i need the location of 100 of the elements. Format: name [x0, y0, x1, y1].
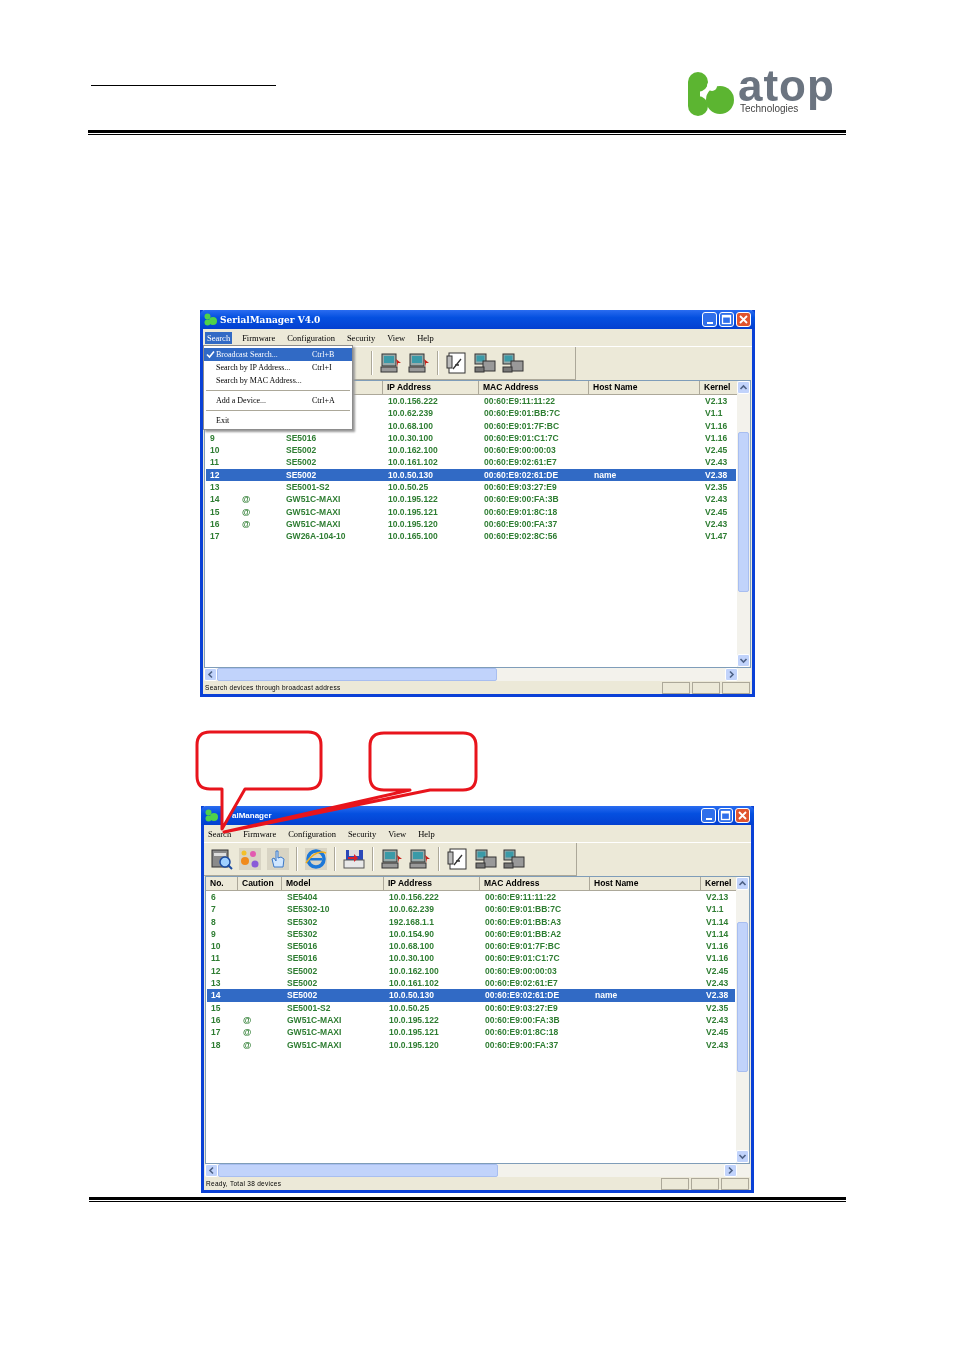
horizontal-scrollbar[interactable]: [204, 668, 751, 681]
computer-icon[interactable]: [379, 351, 403, 375]
table-cell: 15: [211, 1002, 221, 1013]
device-row[interactable]: 10 SE5016 10.0.68.100 00:60:E9:01:7F:BC V1.16: [207, 940, 735, 953]
device-row[interactable]: 16 @ GW51C-MAXI 10.0.195.120 00:60:E9:00:FA:37 V2.43: [206, 517, 736, 531]
table-cell: 00:60:E9:00:00:03: [484, 445, 556, 456]
table-cell: 00:60:E9:01:8C:18: [485, 1027, 559, 1038]
menu-item[interactable]: Firmware: [241, 827, 279, 840]
network-icon[interactable]: [238, 847, 262, 871]
device-row[interactable]: 7 SE5302-10 10.0.62.239 00:60:E9:01:BB:7C V1.1: [207, 903, 735, 916]
device-row[interactable]: 12 SE5002 10.0.50.130 00:60:E9:02:61:DE name V2.38: [206, 468, 736, 482]
column-header[interactable]: IP Address: [387, 382, 431, 392]
menu-option[interactable]: Broadcast Search... Ctrl+B: [204, 348, 352, 361]
column-header[interactable]: Caution: [242, 878, 274, 888]
close-button[interactable]: [736, 312, 751, 327]
scroll-left-button[interactable]: [204, 668, 217, 681]
device-row[interactable]: 15 SE5001-S2 10.0.50.25 00:60:E9:03:27:E9 V2.35: [207, 1001, 735, 1014]
device-row[interactable]: 14 @ GW51C-MAXI 10.0.195.122 00:60:E9:00:FA:3B V2.43: [206, 493, 736, 506]
device-row[interactable]: 15 @ GW51C-MAXI 10.0.195.121 00:60:E9:01:8C:18 V2.45: [206, 505, 736, 518]
floppy-disk-icon[interactable]: [342, 847, 366, 871]
column-header[interactable]: IP Address: [388, 878, 432, 888]
device-row[interactable]: 17 GW26A-104-10 10.0.165.100 00:60:E9:02:8C:56 V1.47: [206, 530, 736, 543]
device-row[interactable]: 13 SE5001-S2 10.0.50.25 00:60:E9:03:27:E9 V2.35: [206, 481, 736, 494]
computers-icon[interactable]: [473, 351, 497, 375]
device-row[interactable]: 17 @ GW51C-MAXI 10.0.195.121 00:60:E9:01:8C:18 V2.45: [207, 1026, 735, 1039]
globe-icon[interactable]: [304, 847, 328, 871]
menu-option[interactable]: Search by MAC Address...: [204, 374, 352, 387]
table-cell: V2.43: [706, 978, 729, 989]
close-button[interactable]: [735, 808, 750, 823]
scroll-left-button[interactable]: [205, 1164, 218, 1177]
menu-item[interactable]: Help: [416, 827, 437, 840]
table-cell: 8: [211, 916, 216, 927]
device-row[interactable]: 9 SE5302 10.0.154.90 00:60:E9:01:BB:A2 V1.14: [207, 927, 735, 941]
menu-item[interactable]: View: [386, 827, 409, 840]
table-cell: 18: [211, 1039, 221, 1050]
scroll-right-button[interactable]: [724, 1164, 737, 1177]
column-header[interactable]: Model: [286, 878, 311, 888]
column-header[interactable]: Kernel: [705, 878, 732, 888]
scroll-right-button[interactable]: [725, 668, 738, 681]
device-row[interactable]: 11 SE5002 10.0.161.102 00:60:E9:02:61:E7 V2.43: [206, 456, 736, 469]
maximize-button[interactable]: [718, 808, 733, 823]
menu-item[interactable]: View: [385, 331, 408, 344]
table-cell: V1.16: [705, 420, 728, 431]
column-header[interactable]: MAC Address: [483, 382, 539, 392]
column-header[interactable]: No.: [210, 878, 224, 888]
menu-item[interactable]: Help: [415, 331, 436, 344]
device-row[interactable]: 13 SE5002 10.0.161.102 00:60:E9:02:61:E7 V2.43: [207, 977, 735, 990]
table-cell: V2.35: [705, 482, 728, 493]
scroll-down-button[interactable]: [736, 1150, 749, 1163]
horizontal-scrollbar[interactable]: [205, 1164, 750, 1177]
search-icon[interactable]: [210, 847, 234, 871]
column-header[interactable]: MAC Address: [484, 878, 540, 888]
device-row[interactable]: 9 SE5016 10.0.30.100 00:60:E9:01:C1:7C V1.16: [206, 431, 736, 445]
app-icon: [204, 313, 217, 326]
table-cell: 00:60:E9:11:11:22: [484, 396, 555, 406]
computers-icon[interactable]: [501, 351, 525, 375]
window-title: SerialManager V4.0: [220, 314, 321, 325]
menu-option[interactable]: Add a Device... Ctrl+A: [204, 394, 352, 407]
document-icon[interactable]: [445, 351, 469, 375]
menu-item[interactable]: Configuration: [285, 331, 337, 344]
table-cell: 14: [210, 494, 220, 505]
device-row[interactable]: 18 @ GW51C-MAXI 10.0.195.120 00:60:E9:00:FA:37 V2.43: [207, 1038, 735, 1051]
computer-icon[interactable]: [408, 847, 432, 871]
computers-icon[interactable]: [502, 847, 526, 871]
device-row[interactable]: 11 SE5016 10.0.30.100 00:60:E9:01:C1:7C V1.16: [207, 952, 735, 965]
device-row[interactable]: 16 @ GW51C-MAXI 10.0.195.122 00:60:E9:00:FA:3B V2.43: [207, 1013, 735, 1027]
device-row[interactable]: 10 SE5002 10.0.162.100 00:60:E9:00:00:03 V2.45: [206, 444, 736, 457]
vertical-scrollbar[interactable]: [737, 381, 750, 667]
hand-icon[interactable]: [266, 847, 290, 871]
minimize-button[interactable]: [702, 312, 717, 327]
scroll-up-button[interactable]: [736, 877, 749, 890]
table-cell: V2.45: [705, 445, 728, 456]
computer-icon[interactable]: [380, 847, 404, 871]
vertical-scrollbar[interactable]: [736, 877, 749, 1163]
menu-item[interactable]: Security: [344, 331, 378, 344]
scroll-up-button[interactable]: [737, 381, 750, 394]
document-icon[interactable]: [446, 847, 470, 871]
menu-item[interactable]: Search: [206, 827, 234, 840]
menu-item[interactable]: Firmware: [240, 331, 278, 344]
device-row[interactable]: 14 SE5002 10.0.50.130 00:60:E9:02:61:DE name V2.38: [207, 989, 735, 1002]
computers-icon[interactable]: [474, 847, 498, 871]
table-cell: 10.0.30.100: [388, 432, 433, 443]
menu-option[interactable]: Search by IP Address... Ctrl+I: [204, 361, 352, 374]
menu-option[interactable]: Exit: [204, 414, 352, 427]
maximize-button[interactable]: [719, 312, 734, 327]
column-header[interactable]: Kernel: [704, 382, 731, 392]
table-cell: 00:60:E9:02:61:E7: [485, 978, 558, 989]
device-row[interactable]: 8 SE5302 192.168.1.1 00:60:E9:01:BB:A3 V1.14: [207, 915, 735, 928]
scroll-down-button[interactable]: [737, 654, 750, 667]
menu-item[interactable]: Search: [205, 331, 233, 344]
menu-item[interactable]: Configuration: [286, 827, 338, 840]
table-cell: 10.0.161.102: [389, 978, 439, 989]
computer-icon[interactable]: [407, 351, 431, 375]
menu-item[interactable]: Security: [345, 827, 379, 840]
column-header[interactable]: Host Name: [594, 878, 639, 888]
minimize-button[interactable]: [701, 808, 716, 823]
table-cell: 00:60:E9:01:BB:7C: [485, 904, 562, 915]
column-header[interactable]: Host Name: [593, 382, 638, 392]
device-row[interactable]: 12 SE5002 10.0.162.100 00:60:E9:00:00:03 V2.45: [207, 964, 735, 978]
device-row[interactable]: 6 SE5404 10.0.156.222 00:60:E9:11:11:22 V2.13: [207, 891, 735, 904]
